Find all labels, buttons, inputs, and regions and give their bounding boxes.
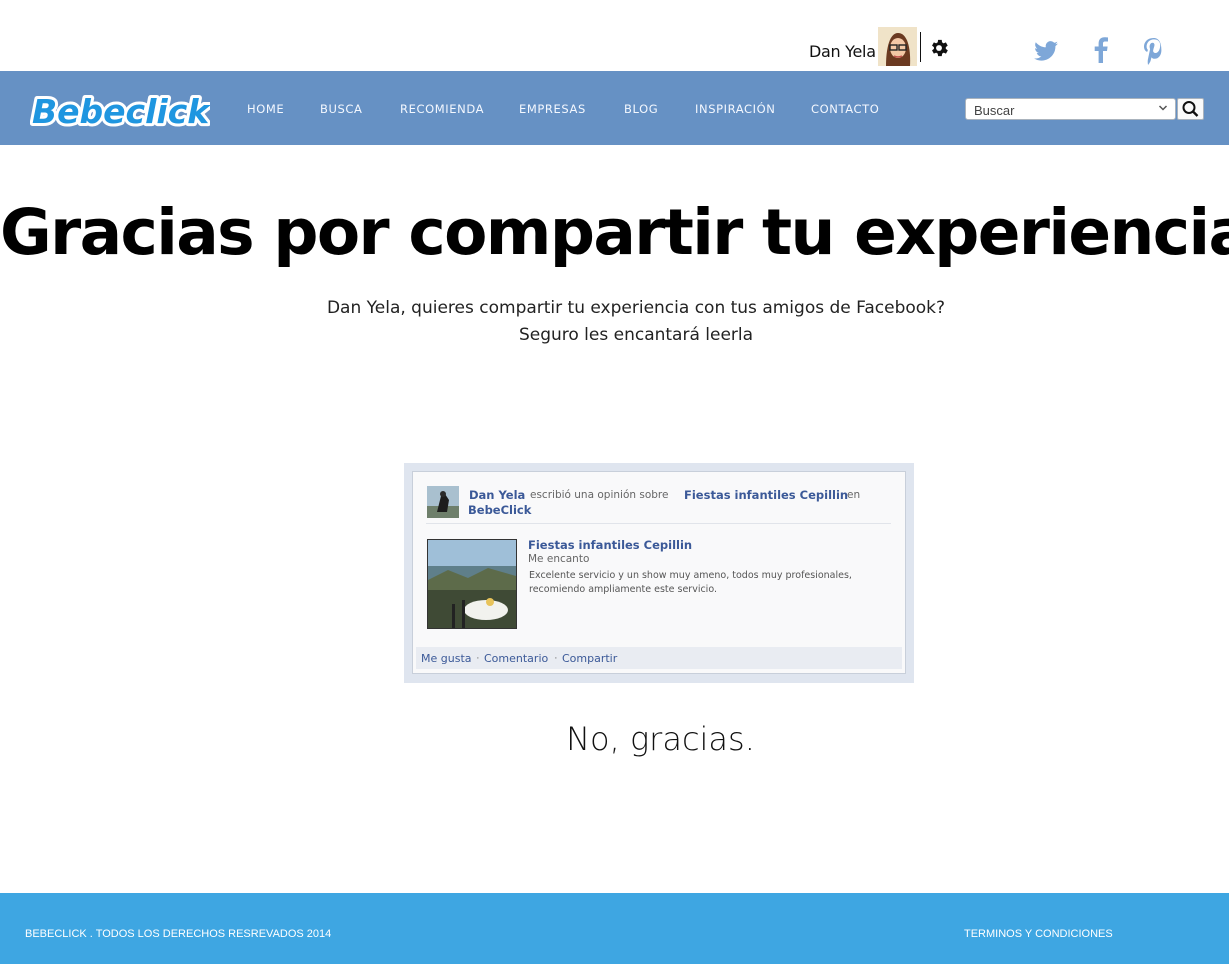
fb-action-text: escribió una opinión sobre xyxy=(530,489,669,501)
footer: BEBECLICK . TODOS LOS DERECHOS RESREVADO… xyxy=(0,893,1229,964)
nav-home[interactable]: HOME xyxy=(247,102,284,116)
fb-divider xyxy=(426,523,891,524)
fb-post-photo[interactable] xyxy=(427,539,517,629)
nav-busca[interactable]: BUSCA xyxy=(320,102,363,116)
user-avatar[interactable] xyxy=(878,27,917,66)
main-nav-bar: Bebeclick Bebeclick HOME BUSCA RECOMIEND… xyxy=(0,71,1229,145)
pinterest-icon[interactable] xyxy=(1138,35,1168,65)
search-button[interactable] xyxy=(1177,98,1204,120)
terms-link[interactable]: TERMINOS Y CONDICIONES xyxy=(964,928,1113,940)
top-user-bar: Dan Yela xyxy=(0,0,1229,71)
search-select[interactable]: Buscar xyxy=(965,98,1176,120)
fb-site-link[interactable]: BebeClick xyxy=(468,503,531,517)
no-thanks-link[interactable]: No, gracias. xyxy=(0,720,1229,758)
page-title: Gracias por compartir tu experiencia xyxy=(0,196,1229,269)
fb-action-bar: Me gusta · Comentario · Compartir xyxy=(416,647,902,669)
user-divider xyxy=(920,32,921,62)
subtitle-line-1: Dan Yela, quieres compartir tu experienc… xyxy=(326,298,946,318)
subtitle-line-2: Seguro les encantará leerla xyxy=(518,325,754,345)
fb-author-name[interactable]: Dan Yela xyxy=(469,488,525,502)
fb-author-avatar[interactable] xyxy=(427,486,459,518)
fb-comment-link[interactable]: Comentario xyxy=(484,652,548,665)
settings-gear-icon[interactable] xyxy=(928,37,950,59)
twitter-icon[interactable] xyxy=(1031,35,1061,65)
fb-separator-dot: · xyxy=(476,652,480,664)
logo-text: Bebeclick xyxy=(32,92,210,131)
bebeclick-logo[interactable]: Bebeclick Bebeclick xyxy=(29,85,214,134)
fb-separator-dot: · xyxy=(554,652,558,664)
copyright-text: BEBECLICK . TODOS LOS DERECHOS RESREVADO… xyxy=(25,928,332,940)
fb-review-text: Excelente servicio y un show muy ameno, … xyxy=(529,570,852,595)
search-icon xyxy=(1182,101,1199,117)
nav-contacto[interactable]: CONTACTO xyxy=(811,102,879,116)
chevron-down-icon xyxy=(1158,105,1168,111)
search-select-value: Buscar xyxy=(974,103,1015,118)
user-name[interactable]: Dan Yela xyxy=(809,42,876,61)
nav-blog[interactable]: BLOG xyxy=(624,102,658,116)
facebook-post-card: Dan Yela escribió una opinión sobre Fies… xyxy=(412,471,906,674)
nav-inspiracion[interactable]: INSPIRACIÓN xyxy=(695,102,776,116)
facebook-post-preview: Dan Yela escribió una opinión sobre Fies… xyxy=(404,463,914,683)
fb-like-link[interactable]: Me gusta xyxy=(421,652,472,665)
nav-recomienda[interactable]: RECOMIENDA xyxy=(400,102,484,116)
fb-target-link[interactable]: Fiestas infantiles Cepillin xyxy=(684,488,848,502)
facebook-icon[interactable] xyxy=(1086,35,1116,65)
fb-share-link[interactable]: Compartir xyxy=(562,652,617,665)
nav-empresas[interactable]: EMPRESAS xyxy=(519,102,586,116)
fb-post-title[interactable]: Fiestas infantiles Cepillin xyxy=(528,538,692,552)
fb-rating-text: Me encanto xyxy=(528,553,590,565)
fb-in-text: en xyxy=(847,489,861,501)
